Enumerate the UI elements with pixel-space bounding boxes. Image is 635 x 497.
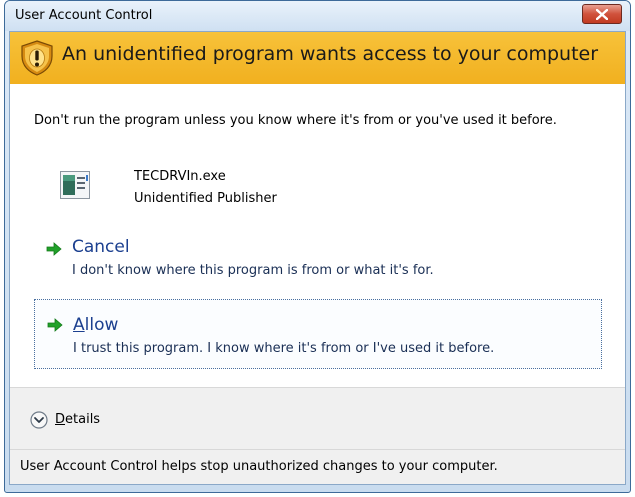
uac-dialog: User Account Control An unidentified pro… <box>4 0 631 493</box>
window-title: User Account Control <box>15 8 153 23</box>
footer-text: User Account Control helps stop unauthor… <box>20 459 498 474</box>
close-icon <box>596 8 608 20</box>
details-link[interactable]: Details <box>55 412 100 427</box>
cancel-description: I don't know where this program is from … <box>72 263 434 278</box>
allow-option[interactable]: Allow I trust this program. I know where… <box>34 299 602 369</box>
warning-banner: An unidentified program wants access to … <box>10 32 625 84</box>
allow-title-rest: llow <box>84 315 119 335</box>
warning-text: Don't run the program unless you know wh… <box>34 113 557 128</box>
allow-accelerator: A <box>73 315 85 335</box>
details-accelerator: D <box>55 412 66 427</box>
program-name: TECDRVIn.exe <box>134 169 226 184</box>
shield-warning-icon <box>21 40 53 76</box>
title-bar[interactable]: User Account Control <box>5 1 630 31</box>
allow-title: Allow <box>73 315 118 335</box>
green-arrow-icon <box>46 242 62 256</box>
details-label-rest: etails <box>65 412 101 427</box>
cancel-option[interactable]: Cancel I don't know where this program i… <box>34 232 602 302</box>
details-bar: Details <box>10 387 625 449</box>
program-icon <box>60 171 90 199</box>
chevron-down-icon[interactable] <box>30 411 48 429</box>
green-arrow-icon <box>47 318 63 332</box>
cancel-title: Cancel <box>72 237 130 257</box>
banner-title: An unidentified program wants access to … <box>62 43 599 65</box>
dialog-content: An unidentified program wants access to … <box>9 31 626 485</box>
program-publisher: Unidentified Publisher <box>134 191 277 206</box>
close-button[interactable] <box>582 4 622 24</box>
footer: User Account Control helps stop unauthor… <box>10 449 625 484</box>
allow-description: I trust this program. I know where it's … <box>73 341 495 356</box>
